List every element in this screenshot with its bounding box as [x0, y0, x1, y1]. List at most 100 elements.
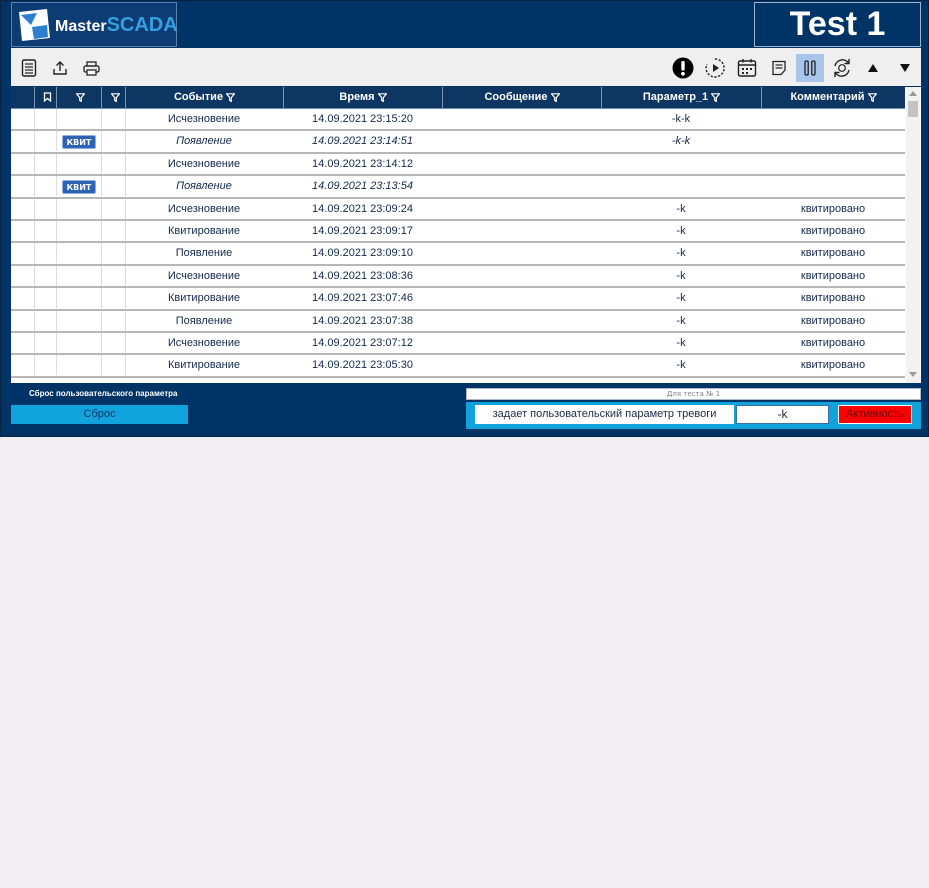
column-divider: [34, 153, 35, 174]
cell-message: [442, 243, 601, 263]
pause-icon[interactable]: [796, 54, 824, 82]
col-blank: [11, 87, 34, 108]
filter-icon: [710, 93, 721, 103]
filter-icon: [225, 93, 236, 103]
column-divider: [56, 332, 57, 353]
cell-param: -k: [676, 224, 686, 237]
table-row[interactable]: Появление 14.09.2021 23:07:38 -k квитирован…: [11, 310, 905, 333]
column-divider: [101, 243, 102, 264]
cell-event: Появление: [175, 314, 233, 327]
col-time[interactable]: Время: [283, 87, 442, 108]
cell-param: -k: [676, 314, 686, 327]
cell-time: 14.09.2021 23:09:17: [312, 224, 413, 237]
column-divider: [56, 243, 57, 264]
cell-time: 14.09.2021 23:14:51: [312, 135, 413, 148]
column-divider: [34, 131, 35, 152]
cell-comment: [761, 109, 905, 129]
column-divider: [56, 310, 57, 331]
cell-time: 14.09.2021 23:05:30: [312, 359, 413, 372]
cell-time: 14.09.2021 23:14:12: [312, 157, 413, 170]
reset-button[interactable]: Сброс: [11, 405, 188, 424]
scroll-down-icon[interactable]: [909, 372, 917, 377]
refresh-icon[interactable]: [828, 54, 856, 82]
list-icon[interactable]: [15, 54, 43, 82]
cell-comment: квитировано: [800, 314, 866, 327]
col-message[interactable]: Сообщение: [442, 87, 601, 108]
col-filter-1[interactable]: [56, 87, 101, 108]
table-row[interactable]: Квитирование 14.09.2021 23:09:17 -k квитиро…: [11, 220, 905, 244]
cell-comment: квитировано: [800, 269, 866, 282]
column-divider: [101, 310, 102, 331]
ack-button[interactable]: КВИТ: [62, 135, 96, 150]
column-divider: [56, 220, 57, 241]
cell-param: -k: [676, 336, 686, 349]
col-event[interactable]: Событие: [125, 87, 283, 108]
scroll-thumb[interactable]: [908, 101, 918, 117]
col-bookmark[interactable]: [34, 87, 56, 108]
arrow-up-icon[interactable]: [859, 54, 887, 82]
col-param[interactable]: Параметр_1: [601, 87, 761, 108]
column-divider: [101, 109, 102, 129]
calendar-icon[interactable]: [733, 54, 761, 82]
table-row[interactable]: Исчезновение 14.09.2021 23:15:20 -k-k: [11, 109, 905, 132]
column-divider: [34, 220, 35, 241]
column-divider: [34, 243, 35, 264]
vertical-scrollbar[interactable]: [906, 87, 920, 383]
test-panel: задает пользовательский параметр тревоги…: [466, 402, 921, 429]
cell-time: 14.09.2021 23:09:24: [312, 202, 413, 215]
cell-message: [442, 221, 601, 241]
ack-button[interactable]: КВИТ: [62, 180, 96, 195]
filter-icon: [75, 93, 86, 103]
cell-event: Исчезновение: [167, 157, 241, 170]
table-row[interactable]: Исчезновение 14.09.2021 23:07:12 -k квитиро…: [11, 332, 905, 356]
column-divider: [101, 176, 102, 197]
table-row[interactable]: Исчезновение 14.09.2021 23:09:24 -k квитиро…: [11, 198, 905, 221]
alert-icon[interactable]: [669, 54, 697, 82]
cell-comment: [761, 131, 905, 151]
table-row[interactable]: КВИТ Появление 14.09.2021 23:14:51 -k-k: [11, 131, 905, 154]
logo-text: MasterSCADA: [55, 14, 178, 36]
table-row[interactable]: КВИТ Появление 14.09.2021 23:13:54: [11, 176, 905, 199]
column-divider: [56, 355, 57, 376]
column-divider: [56, 288, 57, 309]
activity-button[interactable]: Активность: [838, 405, 912, 424]
param-value-field[interactable]: -k: [736, 405, 829, 424]
cell-param: -k-k: [671, 113, 691, 125]
filter-icon: [866, 93, 878, 103]
page-title: Test 1: [754, 2, 921, 47]
column-divider: [56, 198, 57, 219]
cell-comment: [761, 154, 905, 174]
table-row[interactable]: Квитирование 14.09.2021 23:05:30 -k квитиро…: [11, 355, 905, 378]
arrow-down-icon[interactable]: [891, 54, 919, 82]
cell-param: [601, 176, 761, 196]
cell-event: Исчезновение: [167, 202, 241, 215]
table-row[interactable]: Исчезновение 14.09.2021 23:08:36 -k квитиро…: [11, 265, 905, 289]
column-divider: [101, 153, 102, 174]
cell-comment: квитировано: [800, 202, 866, 215]
cell-message: [442, 333, 601, 353]
cell-comment: квитировано: [800, 292, 866, 305]
print-icon[interactable]: [77, 54, 105, 82]
table-row[interactable]: Появление 14.09.2021 23:09:10 -k квитирован…: [11, 243, 905, 266]
play-icon[interactable]: [701, 54, 729, 82]
cell-comment: квитировано: [800, 224, 866, 237]
col-comment[interactable]: Комментарий: [761, 87, 905, 108]
column-divider: [56, 265, 57, 286]
bookmark-icon: [43, 92, 51, 103]
cell-message: [442, 199, 601, 219]
column-divider: [101, 220, 102, 241]
table-row[interactable]: Квитирование 14.09.2021 23:07:46 -k квитиро…: [11, 288, 905, 311]
cell-comment: квитировано: [800, 359, 866, 372]
cell-time: 14.09.2021 23:07:38: [312, 314, 413, 327]
col-filter-2[interactable]: [101, 87, 125, 108]
cell-event: Появление: [176, 180, 232, 193]
scroll-up-icon[interactable]: [909, 91, 917, 96]
table-row[interactable]: Исчезновение 14.09.2021 23:14:12: [11, 153, 905, 177]
cell-time: 14.09.2021 23:07:12: [312, 336, 413, 349]
cell-event: Квитирование: [168, 292, 240, 305]
cell-time: 14.09.2021 23:13:54: [312, 180, 413, 193]
cell-param: -k: [676, 269, 686, 282]
notes-icon[interactable]: [765, 54, 793, 82]
cell-param: -k: [676, 359, 686, 372]
export-icon[interactable]: [46, 54, 74, 82]
